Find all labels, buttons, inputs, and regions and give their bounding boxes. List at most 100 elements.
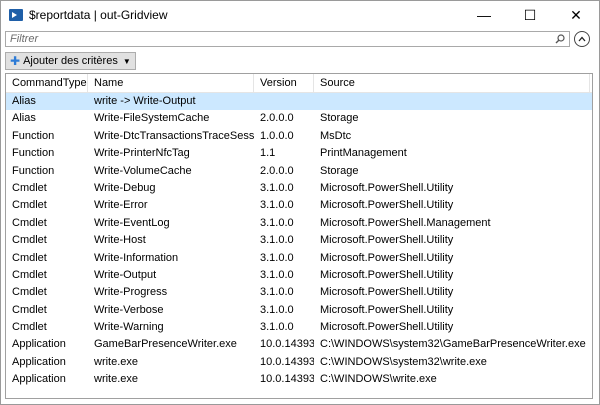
cell-name: Write-Warning	[94, 321, 164, 334]
filter-bar: Filtrer	[5, 29, 595, 49]
table-row[interactable]: Cmdlet Write-Debug 3.1.0.0 Microsoft.PowerS…	[6, 180, 592, 197]
grid-body: Alias write -> Write-Output Alias Write-Fil…	[6, 93, 592, 389]
cell-commandtype: Cmdlet	[12, 181, 47, 194]
table-row[interactable]: Cmdlet Write-Error 3.1.0.0 Microsoft.PowerS…	[6, 197, 592, 214]
cell-commandtype: Alias	[12, 95, 36, 107]
powershell-icon	[9, 9, 23, 21]
grid-header: CommandType Name Version Source	[6, 74, 592, 93]
table-row[interactable]: Application GameBarPresenceWriter.exe 10.0…	[6, 336, 592, 353]
minimize-button[interactable]: —	[461, 1, 507, 29]
cell-version: 1.1	[260, 147, 276, 160]
column-header-version[interactable]: Version	[254, 74, 314, 92]
table-row[interactable]: Cmdlet Write-EventLog 3.1.0.0 Microsoft.Pow…	[6, 215, 592, 232]
table-row[interactable]: Application write.exe 10.0.14393.0 C:\WINDO…	[6, 354, 592, 371]
cell-name: Write-EventLog	[94, 216, 170, 229]
cell-name: Write-PrinterNfcTag	[94, 147, 190, 160]
cell-commandtype: Application	[12, 338, 66, 351]
cell-source	[314, 93, 590, 110]
cell-name: GameBarPresenceWriter.exe	[94, 338, 237, 351]
cell-version: 2.0.0.0	[260, 164, 294, 177]
cell-commandtype: Cmdlet	[12, 216, 47, 229]
cell-name: write.exe	[94, 373, 139, 386]
table-row[interactable]: Function Write-DtcTransactionsTraceSessio…	[6, 128, 592, 145]
table-row[interactable]: Application write.exe 10.0.14393.0 C:\WINDO…	[6, 371, 592, 388]
cell-commandtype: Cmdlet	[12, 286, 47, 299]
window-controls: — ☐ ✕	[461, 1, 599, 29]
cell-name: Write-Error	[94, 199, 148, 212]
cell-source: Microsoft.PowerShell.Utility	[320, 234, 454, 247]
table-row[interactable]: Cmdlet Write-Progress 3.1.0.0 Microsoft.Pow…	[6, 284, 592, 301]
title-bar[interactable]: $reportdata | out-Gridview — ☐ ✕	[1, 1, 599, 29]
table-row[interactable]: Cmdlet Write-Host 3.1.0.0 Microsoft.PowerSh…	[6, 232, 592, 249]
cell-version	[254, 93, 314, 110]
table-row[interactable]: Alias Write-FileSystemCache 2.0.0.0 Storage	[6, 110, 592, 127]
add-criteria-button[interactable]: ✚ Ajouter des critères ▼	[5, 52, 136, 70]
cell-name: Write-Output	[94, 268, 157, 281]
cell-source: Microsoft.PowerShell.Management	[320, 216, 491, 229]
filter-input[interactable]: Filtrer	[5, 31, 570, 47]
table-row[interactable]: Function Write-VolumeCache 2.0.0.0 Storage	[6, 163, 592, 180]
cell-commandtype: Alias	[12, 112, 36, 125]
cell-source: Storage	[320, 112, 359, 125]
cell-commandtype: Application	[12, 373, 66, 386]
gridview-window: $reportdata | out-Gridview — ☐ ✕ Filtrer…	[0, 0, 600, 405]
cell-version: 3.1.0.0	[260, 268, 294, 281]
add-criteria-label: Ajouter des critères	[23, 55, 118, 67]
cell-source: C:\WINDOWS\write.exe	[320, 373, 437, 386]
table-row[interactable]: Function Write-PrinterNfcTag 1.1 PrintManag…	[6, 145, 592, 162]
cell-commandtype: Function	[12, 129, 55, 142]
cell-name: Write-DtcTransactionsTraceSession	[94, 129, 254, 142]
cell-commandtype: Function	[12, 147, 55, 160]
cell-name: Write-Host	[94, 234, 146, 247]
cell-source: Microsoft.PowerShell.Utility	[320, 199, 454, 212]
cell-commandtype: Cmdlet	[12, 234, 47, 247]
cell-source: Microsoft.PowerShell.Utility	[320, 251, 454, 264]
cell-commandtype: Cmdlet	[12, 268, 47, 281]
cell-source: Storage	[320, 164, 359, 177]
cell-name: Write-Debug	[94, 181, 156, 194]
cell-source: Microsoft.PowerShell.Utility	[320, 286, 454, 299]
table-row[interactable]: Cmdlet Write-Warning 3.1.0.0 Microsoft.Powe…	[6, 319, 592, 336]
cell-name: write.exe	[94, 355, 139, 368]
table-row[interactable]: Cmdlet Write-Verbose 3.1.0.0 Microsoft.Powe…	[6, 302, 592, 319]
table-row[interactable]: Cmdlet Write-Output 3.1.0.0 Microsoft.Power…	[6, 267, 592, 284]
caret-down-icon: ▼	[122, 56, 131, 66]
maximize-button[interactable]: ☐	[507, 1, 553, 29]
cell-version: 10.0.14393.0	[260, 373, 314, 386]
cell-name: Write-Progress	[94, 286, 168, 299]
cell-commandtype: Cmdlet	[12, 303, 47, 316]
cell-version: 10.0.14393.0	[260, 355, 314, 368]
table-row[interactable]: Alias write -> Write-Output	[6, 93, 592, 111]
cell-commandtype: Function	[12, 164, 55, 177]
cell-commandtype: Cmdlet	[12, 199, 47, 212]
filter-placeholder: Filtrer	[10, 33, 39, 45]
column-header-name[interactable]: Name	[88, 74, 254, 92]
column-header-source[interactable]: Source	[314, 74, 590, 92]
cell-version: 3.1.0.0	[260, 234, 294, 247]
chevron-up-icon	[578, 36, 586, 42]
cell-commandtype: Cmdlet	[12, 321, 47, 334]
cell-source: Microsoft.PowerShell.Utility	[320, 303, 454, 316]
cell-source: MsDtc	[320, 129, 352, 142]
cell-source: PrintManagement	[320, 147, 407, 160]
cell-name: Write-FileSystemCache	[94, 112, 210, 125]
table-row[interactable]: Cmdlet Write-Information 3.1.0.0 Microsoft.…	[6, 250, 592, 267]
results-grid: CommandType Name Version Source Alias wri…	[5, 73, 593, 399]
plus-icon: ✚	[10, 54, 21, 68]
search-icon[interactable]	[555, 34, 565, 44]
cell-name: write -> Write-Output	[94, 95, 196, 107]
cell-version: 2.0.0.0	[260, 112, 294, 125]
cell-commandtype: Application	[12, 355, 66, 368]
window-title: $reportdata | out-Gridview	[29, 8, 168, 22]
cell-source: Microsoft.PowerShell.Utility	[320, 181, 454, 194]
cell-version: 3.1.0.0	[260, 199, 294, 212]
cell-source: C:\WINDOWS\system32\write.exe	[320, 355, 487, 368]
column-header-commandtype[interactable]: CommandType	[6, 74, 88, 92]
close-button[interactable]: ✕	[553, 1, 599, 29]
cell-name: Write-VolumeCache	[94, 164, 192, 177]
cell-commandtype: Cmdlet	[12, 251, 47, 264]
cell-source: Microsoft.PowerShell.Utility	[320, 321, 454, 334]
cell-name: Write-Verbose	[94, 303, 164, 316]
collapse-filter-button[interactable]	[574, 31, 590, 47]
cell-version: 10.0.14393.0	[260, 338, 314, 351]
